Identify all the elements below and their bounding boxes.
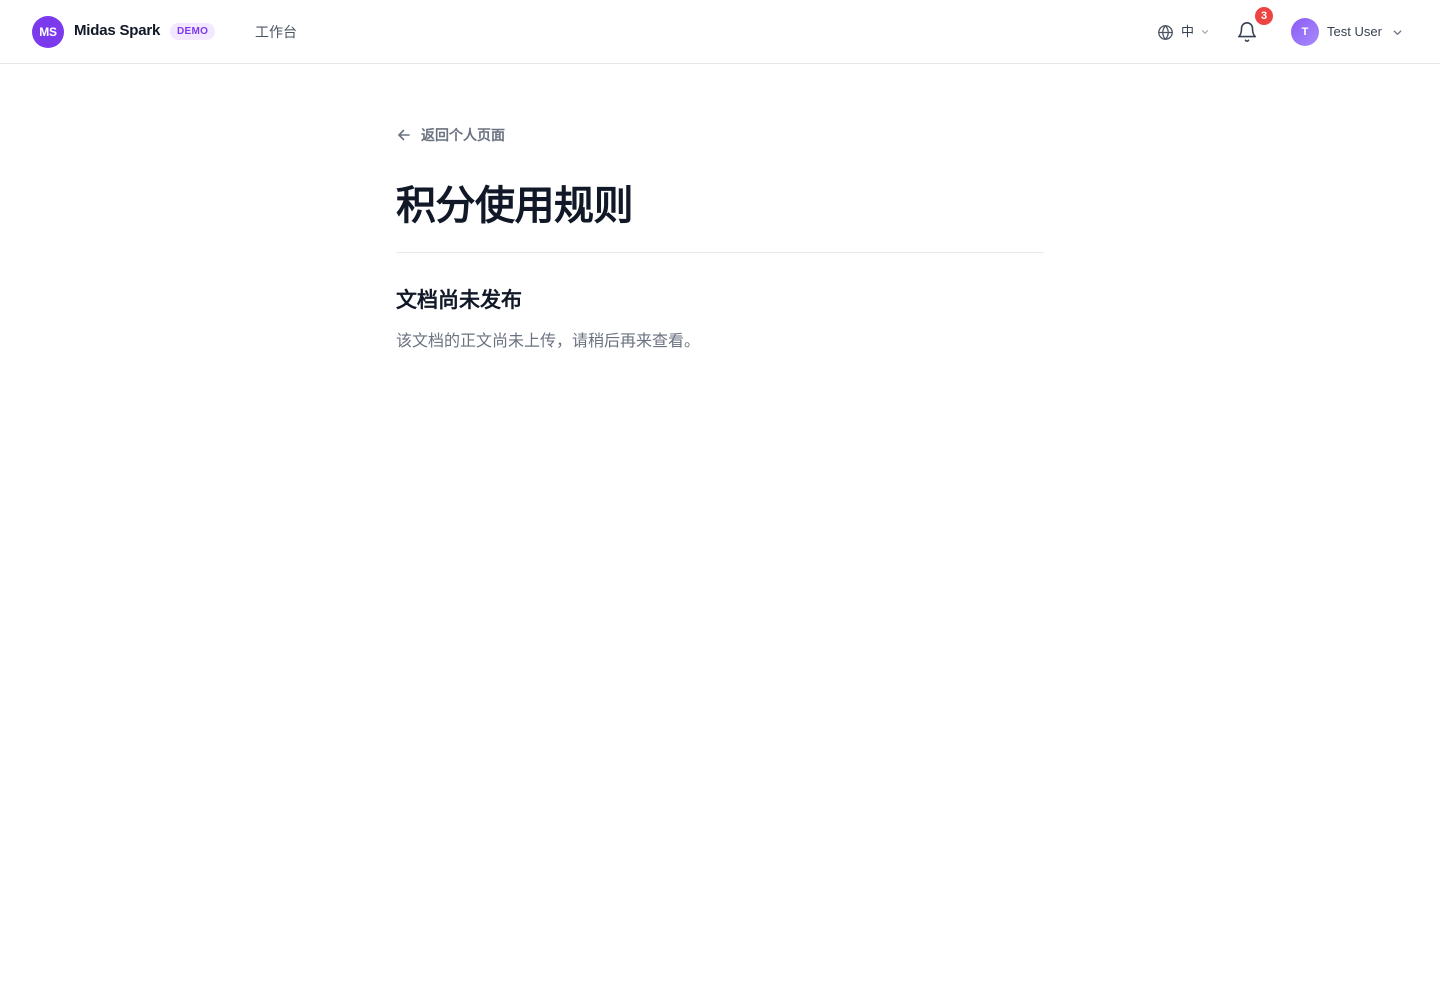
- user-menu[interactable]: T Test User: [1291, 18, 1403, 46]
- section-body-text: 该文档的正文尚未上传，请稍后再来查看。: [396, 333, 701, 350]
- language-switcher[interactable]: 中: [1157, 22, 1210, 42]
- user-name: Test User: [1327, 24, 1382, 39]
- arrow-left-icon: [398, 129, 410, 141]
- chevron-down-icon: [1393, 29, 1402, 35]
- language-label: 中: [1181, 24, 1195, 39]
- bell-icon: [1237, 22, 1257, 42]
- back-to-profile-link[interactable]: 返回个人页面: [396, 125, 505, 145]
- title-divider: [396, 252, 1044, 253]
- notification-count-badge: 3: [1255, 7, 1273, 25]
- nav-item-workbench[interactable]: 工作台: [255, 22, 297, 42]
- chevron-down-icon: [1201, 30, 1209, 34]
- logo-badge[interactable]: MS: [32, 16, 64, 48]
- top-nav-bar: MS Midas Spark DEMO 工作台 中 3 T Test User: [0, 0, 1440, 64]
- avatar: T: [1291, 18, 1319, 46]
- notifications-button[interactable]: [1236, 21, 1258, 43]
- brand-name[interactable]: Midas Spark: [74, 21, 160, 41]
- globe-icon: [1158, 24, 1173, 40]
- page-title: 积分使用规则: [396, 184, 634, 228]
- demo-badge: DEMO: [170, 23, 216, 40]
- section-heading: 文档尚未发布: [396, 289, 522, 312]
- back-link-label: 返回个人页面: [421, 127, 505, 143]
